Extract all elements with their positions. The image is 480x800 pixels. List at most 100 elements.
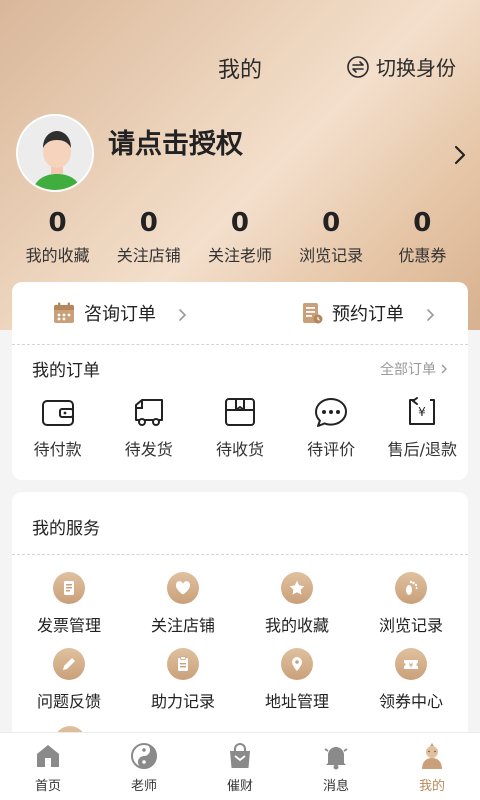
footprint-icon: [395, 572, 427, 604]
tab-label: 消息: [322, 779, 349, 794]
booking-doc-icon: [300, 301, 324, 325]
tab-mine[interactable]: 我的: [384, 733, 480, 800]
service-my-favorites[interactable]: 我的收藏: [240, 572, 354, 648]
divider: [12, 554, 468, 555]
service-followed-shops[interactable]: 关注店铺: [126, 572, 240, 648]
order-status-label: 待评价: [307, 440, 356, 459]
clipboard-icon: [167, 648, 199, 680]
package-icon: [224, 398, 255, 426]
chevron-right-icon: [178, 306, 188, 321]
comment-icon: [315, 398, 348, 427]
pencil-icon: [53, 648, 85, 680]
service-label: 关注店铺: [150, 616, 215, 635]
coupon-icon: ¥: [395, 648, 427, 680]
view-all-orders-label: 全部订单: [380, 362, 436, 378]
home-icon: [37, 745, 59, 767]
switch-identity-button[interactable]: 切换身份: [346, 52, 456, 81]
tab-home[interactable]: 首页: [0, 733, 96, 800]
location-icon: [281, 648, 313, 680]
calendar-icon: [52, 301, 76, 325]
monk-icon: [422, 743, 442, 769]
tab-label: 我的: [418, 779, 445, 794]
truck-icon: [134, 399, 163, 426]
service-label: 问题反馈: [36, 692, 101, 711]
bottom-tab-bar: 首页 老师 催财 消息 我的: [0, 732, 480, 800]
stat-followed-shops[interactable]: 0 关注店铺: [103, 208, 194, 266]
service-label: 领券中心: [378, 692, 443, 711]
order-pending-shipment[interactable]: 待发货: [103, 396, 194, 460]
orders-card: 咨询订单 预约订单 我的订单 全部订单 待付款 待发货 待收货 待评价 ¥ 售后…: [12, 282, 468, 480]
wallet-icon: [41, 400, 74, 426]
consult-orders-link[interactable]: 咨询订单: [52, 300, 188, 326]
stat-value: 0: [322, 208, 341, 238]
switch-icon: [346, 55, 370, 79]
stat-label: 我的收藏: [25, 246, 90, 265]
order-status-label: 售后/退款: [387, 440, 458, 459]
service-browsing-history[interactable]: 浏览记录: [354, 572, 468, 648]
order-status-label: 待付款: [33, 440, 82, 459]
order-pending-review[interactable]: 待评价: [286, 396, 377, 460]
order-status-label: 待发货: [124, 440, 173, 459]
stat-value: 0: [139, 208, 158, 238]
service-label: 助力记录: [150, 692, 215, 711]
stat-browsing-history[interactable]: 0 浏览记录: [286, 208, 377, 266]
stat-label: 优惠券: [398, 246, 447, 265]
tab-teachers[interactable]: 老师: [96, 733, 192, 800]
chevron-right-icon[interactable]: [452, 144, 468, 166]
order-after-sales[interactable]: ¥ 售后/退款: [377, 396, 468, 460]
service-label: 我的收藏: [264, 616, 329, 635]
service-coupon-center[interactable]: ¥ 领券中心: [354, 648, 468, 724]
svg-text:¥: ¥: [409, 662, 414, 670]
booking-orders-link[interactable]: 预约订单: [300, 300, 436, 326]
stat-coupons[interactable]: 0 优惠券: [377, 208, 468, 266]
avatar[interactable]: [16, 114, 94, 192]
order-status-label: 待收货: [215, 440, 264, 459]
my-orders-title: 我的订单: [32, 361, 100, 381]
service-boost-records[interactable]: 助力记录: [126, 648, 240, 724]
invoice-icon: [53, 572, 85, 604]
consult-orders-label: 咨询订单: [84, 304, 156, 325]
tab-messages[interactable]: 消息: [288, 733, 384, 800]
switch-identity-label: 切换身份: [376, 56, 456, 80]
stats-row: 0 我的收藏 0 关注店铺 0 关注老师 0 浏览记录 0 优惠券: [12, 208, 468, 266]
stat-favorites[interactable]: 0 我的收藏: [12, 208, 103, 266]
yin-yang-icon: [131, 743, 157, 769]
service-label: 浏览记录: [378, 616, 443, 635]
service-label: 地址管理: [264, 692, 329, 711]
top-bar: 我的 切换身份: [0, 40, 480, 90]
service-address-management[interactable]: 地址管理: [240, 648, 354, 724]
stat-value: 0: [413, 208, 432, 238]
order-status-row: 待付款 待发货 待收货 待评价 ¥ 售后/退款: [12, 396, 468, 460]
services-grid: 发票管理 关注店铺 我的收藏 浏览记录 问题反馈 助力记录 地址管理 ¥ 领券中…: [12, 572, 468, 724]
stat-label: 关注店铺: [116, 246, 181, 265]
authorize-prompt[interactable]: 请点击授权: [108, 122, 243, 161]
tab-label: 老师: [130, 779, 157, 794]
star-icon: [281, 572, 313, 604]
tab-label: 首页: [34, 779, 61, 794]
stat-value: 0: [48, 208, 67, 238]
view-all-orders-link[interactable]: 全部订单: [380, 359, 448, 379]
profile-row[interactable]: 请点击授权: [16, 114, 480, 194]
quick-orders-row: 咨询订单 预约订单: [12, 282, 468, 344]
bell-icon: [324, 747, 348, 770]
chevron-right-icon: [426, 306, 436, 321]
order-pending-receipt[interactable]: 待收货: [194, 396, 285, 460]
service-invoice-management[interactable]: 发票管理: [12, 572, 126, 648]
refund-icon: ¥: [409, 397, 436, 425]
divider: [12, 344, 468, 345]
order-pending-payment[interactable]: 待付款: [12, 396, 103, 460]
service-feedback[interactable]: 问题反馈: [12, 648, 126, 724]
avatar-icon: [18, 116, 92, 190]
tab-fortune[interactable]: 催财: [192, 733, 288, 800]
stat-label: 浏览记录: [299, 246, 364, 265]
my-services-title: 我的服务: [32, 519, 100, 539]
stat-value: 0: [230, 208, 250, 238]
service-label: 发票管理: [36, 616, 101, 635]
shopping-bag-icon: [230, 743, 250, 768]
stat-label: 关注老师: [207, 246, 272, 265]
heart-icon: [167, 572, 199, 604]
stat-followed-teachers[interactable]: 0 关注老师: [194, 208, 285, 266]
chevron-right-icon: [441, 364, 447, 374]
booking-orders-label: 预约订单: [332, 304, 404, 325]
svg-text:¥: ¥: [419, 405, 427, 419]
